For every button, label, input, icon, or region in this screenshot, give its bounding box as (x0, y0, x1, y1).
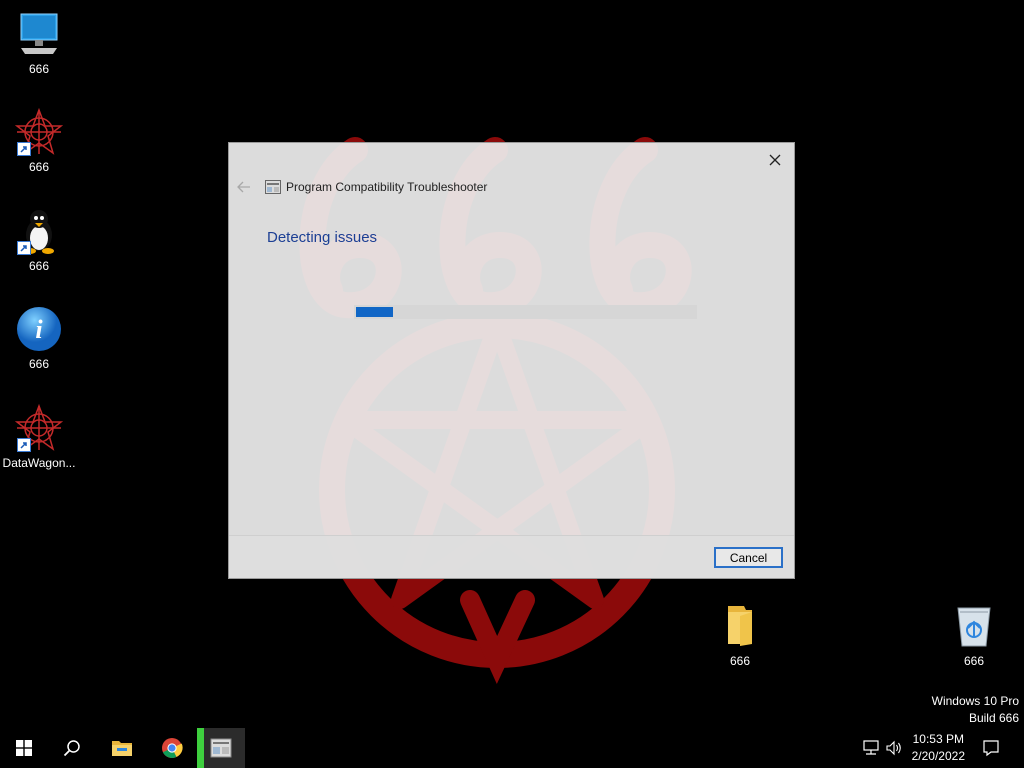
clock-date: 2/20/2022 (911, 749, 965, 763)
watermark-edition: Windows 10 Pro (931, 694, 1019, 708)
clock-time: 10:53 PM (912, 732, 964, 746)
troubleshooter-app-icon (265, 180, 281, 194)
chrome-icon (162, 738, 183, 758)
desktop-icon-label: DataWagon... (2, 456, 76, 470)
close-icon (769, 154, 781, 166)
troubleshooter-icon (210, 738, 232, 758)
desktop-icon-label: 666 (28, 62, 50, 76)
start-button[interactable] (0, 728, 48, 768)
desktop-icon-label: 666 (28, 160, 50, 174)
desktop-icon-label: 666 (28, 259, 50, 273)
taskbar-troubleshooter[interactable] (197, 728, 245, 768)
system-clock[interactable]: 10:53 PM 2/20/2022 (912, 731, 965, 765)
desktop-icon-datawagon[interactable]: DataWagon... (1, 403, 77, 470)
desktop-icon-this-pc[interactable]: 666 (1, 10, 77, 76)
watermark-build: Build 666 (968, 711, 1019, 725)
file-explorer-icon (112, 741, 132, 756)
search-button[interactable] (48, 728, 96, 768)
notification-icon (983, 740, 999, 757)
desktop-icon-recycle-bin[interactable]: 666 (936, 602, 1012, 668)
notification-center[interactable] (981, 738, 1001, 758)
dialog-title: Program Compatibility Troubleshooter (286, 180, 488, 194)
desktop-icon-label: 666 (729, 654, 751, 668)
desktop-icon-label: 666 (28, 357, 50, 371)
linux-penguin-shortcut-icon (15, 207, 63, 255)
active-window-indicator (197, 728, 204, 768)
desktop-icon-shortcut-3[interactable]: i 666 (1, 305, 77, 371)
volume-tray[interactable] (884, 738, 904, 758)
recycle-bin-icon (950, 602, 998, 650)
taskbar-file-explorer[interactable] (98, 728, 146, 768)
desktop-icon-folder[interactable]: 666 (702, 602, 778, 668)
progress-bar (354, 305, 697, 319)
status-heading: Detecting issues (267, 229, 378, 246)
windows-start-icon (16, 740, 32, 756)
back-button[interactable] (237, 180, 253, 196)
dialog-footer: Cancel (229, 535, 794, 578)
windows-watermark: Windows 10 Pro Build 666 (932, 693, 1019, 727)
desktop-icon-shortcut-2[interactable]: 666 (1, 207, 77, 273)
desktop-icon-shortcut-1[interactable]: 666 (1, 107, 77, 174)
folder-icon (716, 602, 764, 650)
progress-fill (356, 307, 393, 317)
red-pattern-shortcut-icon (14, 107, 64, 156)
red-pattern-shortcut-icon (14, 403, 64, 452)
taskbar-chrome[interactable] (148, 728, 196, 768)
search-icon (63, 740, 80, 757)
network-icon (863, 740, 879, 755)
network-tray[interactable] (861, 738, 881, 758)
info-shortcut-icon: i (15, 305, 63, 353)
computer-icon (15, 10, 63, 58)
desktop-icon-label: 666 (963, 654, 985, 668)
svg-text:i: i (35, 315, 43, 344)
cancel-button[interactable]: Cancel (714, 547, 783, 568)
troubleshooter-dialog: Program Compatibility Troubleshooter Det… (228, 142, 795, 579)
taskbar: 10:53 PM 2/20/2022 (0, 728, 1024, 768)
volume-icon (886, 740, 901, 756)
close-button[interactable] (764, 149, 786, 171)
back-arrow-icon (237, 181, 250, 193)
